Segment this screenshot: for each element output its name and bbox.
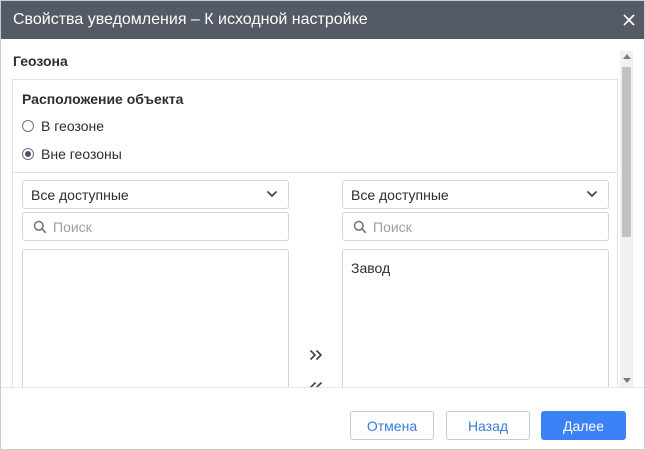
scroll-up-arrow-icon[interactable] [623,54,631,59]
dialog-title: Свойства уведомления – К исходной настро… [13,11,368,28]
back-button[interactable]: Назад [446,411,530,440]
right-search-input[interactable] [373,217,598,237]
radio-button[interactable] [22,120,34,132]
right-filter-value: Все доступные [351,187,449,203]
list-item[interactable]: Завод [351,260,390,276]
scroll-down-arrow-icon[interactable] [623,378,631,383]
radio-button-checked[interactable] [22,148,34,160]
close-button[interactable] [618,9,640,31]
move-right-button[interactable] [305,344,327,366]
chevron-down-icon [266,190,278,198]
dialog-titlebar: Свойства уведомления – К исходной настро… [1,1,644,39]
right-filter-select[interactable]: Все доступные [342,180,609,209]
geofence-panel: Расположение объекта В геозоне Вне геозо… [12,79,618,387]
cancel-button[interactable]: Отмена [350,411,434,440]
object-location-title: Расположение объекта [22,91,184,107]
scrollbar-thumb[interactable] [622,67,631,237]
notification-properties-dialog: Свойства уведомления – К исходной настро… [0,0,645,450]
next-button[interactable]: Далее [541,411,626,440]
double-chevron-right-icon [309,349,323,361]
chevron-down-icon [586,190,598,198]
dialog-content: Геозона Расположение объекта В геозоне В… [1,39,644,387]
close-icon [623,14,635,26]
radio-inside-geofence[interactable]: В геозоне [22,118,104,134]
move-left-button[interactable] [305,376,327,387]
search-icon [33,220,47,234]
left-filter-value: Все доступные [31,187,129,203]
left-filter-select[interactable]: Все доступные [22,180,289,209]
radio-label: Вне геозоны [41,146,122,162]
available-list[interactable] [22,249,289,387]
left-search-field[interactable] [22,212,289,241]
right-search-field[interactable] [342,212,609,241]
search-icon [353,220,367,234]
divider [13,172,617,173]
left-search-input[interactable] [53,217,278,237]
radio-outside-geofence[interactable]: Вне геозоны [22,146,122,162]
radio-label: В геозоне [41,118,105,134]
vertical-scrollbar[interactable] [620,51,633,387]
selected-list[interactable]: Завод [342,249,609,387]
section-title: Геозона [13,53,68,69]
dialog-footer: Отмена Назад Далее [1,387,644,449]
